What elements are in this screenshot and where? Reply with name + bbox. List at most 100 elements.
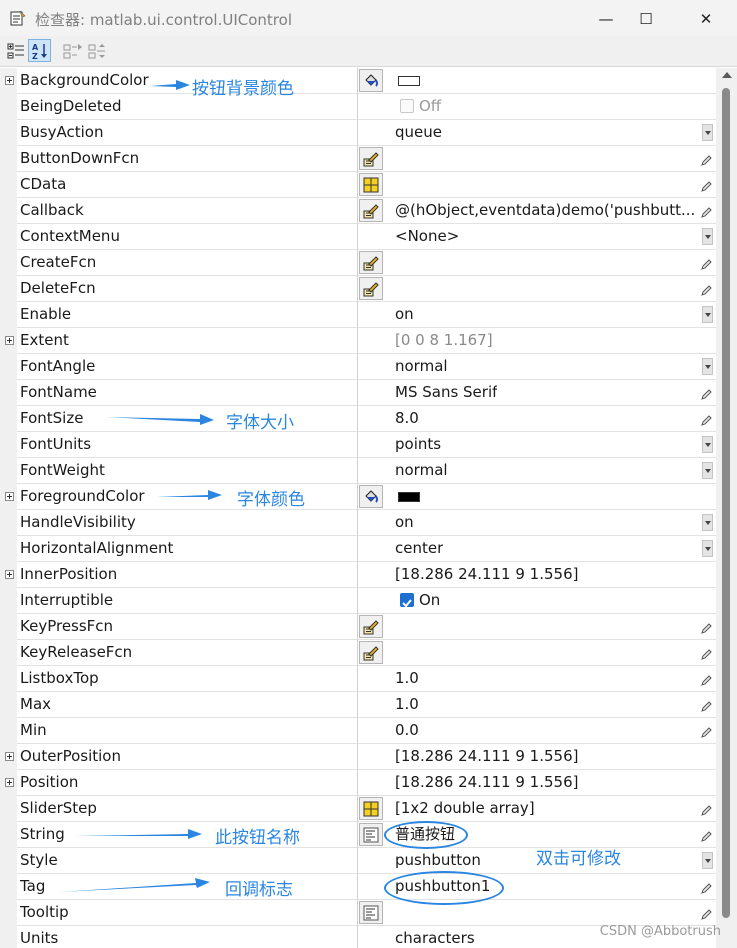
- property-value[interactable]: queue: [395, 120, 442, 145]
- property-value[interactable]: points: [395, 432, 441, 457]
- property-value-cell[interactable]: queue: [358, 120, 716, 146]
- callback-editor-button[interactable]: [359, 147, 383, 170]
- expand-plus-icon[interactable]: [5, 778, 14, 787]
- pencil-icon[interactable]: [700, 724, 712, 738]
- property-value-cell[interactable]: center: [358, 536, 716, 562]
- property-value-cell[interactable]: [18.286 24.111 9 1.556]: [358, 770, 716, 796]
- pencil-icon[interactable]: [700, 802, 712, 816]
- property-value-cell[interactable]: [358, 484, 716, 510]
- property-value[interactable]: normal: [395, 458, 448, 483]
- minimize-button[interactable]: —: [586, 6, 626, 32]
- property-value-cell[interactable]: 1.0: [358, 692, 716, 718]
- property-value-cell[interactable]: <None>: [358, 224, 716, 250]
- pencil-icon[interactable]: [700, 152, 712, 166]
- color-picker-button[interactable]: [359, 485, 383, 508]
- expand-plus-icon[interactable]: [5, 752, 14, 761]
- property-value[interactable]: @(hObject,eventdata)demo('pushbutt...: [395, 198, 695, 223]
- dropdown-arrow-icon[interactable]: [702, 540, 713, 557]
- property-row-callback[interactable]: Callback @(hObject,eventdata)demo('pushbu…: [0, 198, 716, 224]
- expand-plus-icon[interactable]: [5, 76, 14, 85]
- property-row-font-units[interactable]: FontUnits points: [0, 432, 716, 458]
- property-value-cell[interactable]: on: [358, 510, 716, 536]
- property-value[interactable]: 8.0: [395, 406, 419, 431]
- dropdown-arrow-icon[interactable]: [702, 306, 713, 323]
- expand-plus-icon[interactable]: [5, 492, 14, 501]
- property-value-cell[interactable]: points: [358, 432, 716, 458]
- pencil-icon[interactable]: [700, 646, 712, 660]
- property-value-cell[interactable]: 0.0: [358, 718, 716, 744]
- property-value-cell[interactable]: [358, 146, 716, 172]
- property-row-cdata[interactable]: CData: [0, 172, 716, 198]
- property-value[interactable]: [18.286 24.111 9 1.556]: [395, 770, 578, 795]
- property-value[interactable]: [1x2 double array]: [395, 796, 535, 821]
- pencil-icon[interactable]: [700, 620, 712, 634]
- property-row-font-weight[interactable]: FontWeight normal: [0, 458, 716, 484]
- pencil-icon[interactable]: [700, 880, 712, 894]
- property-row-font-name[interactable]: FontName MS Sans Serif: [0, 380, 716, 406]
- dropdown-arrow-icon[interactable]: [702, 124, 713, 141]
- property-row-tag[interactable]: Tag pushbutton1: [0, 874, 716, 900]
- color-swatch[interactable]: [398, 76, 420, 86]
- categorize-button[interactable]: [4, 39, 27, 62]
- property-value-cell[interactable]: normal: [358, 458, 716, 484]
- property-row-font-size[interactable]: FontSize 8.0: [0, 406, 716, 432]
- close-button[interactable]: ✕: [686, 6, 726, 32]
- property-row-background-color[interactable]: BackgroundColor: [0, 68, 716, 94]
- property-row-button-down-fcn[interactable]: ButtonDownFcn: [0, 146, 716, 172]
- property-row-extent[interactable]: Extent [0 0 8 1.167]: [0, 328, 716, 354]
- property-row-max[interactable]: Max 1.0: [0, 692, 716, 718]
- property-value[interactable]: pushbutton: [395, 848, 481, 873]
- property-value[interactable]: on: [395, 510, 414, 535]
- pencil-icon[interactable]: [700, 178, 712, 192]
- property-row-foreground-color[interactable]: ForegroundColor: [0, 484, 716, 510]
- property-value-cell[interactable]: [18.286 24.111 9 1.556]: [358, 744, 716, 770]
- pencil-icon[interactable]: [700, 204, 712, 218]
- dropdown-arrow-icon[interactable]: [702, 228, 713, 245]
- property-row-horizontal-alignment[interactable]: HorizontalAlignment center: [0, 536, 716, 562]
- property-value-cell[interactable]: normal: [358, 354, 716, 380]
- property-value-cell[interactable]: on: [358, 302, 716, 328]
- property-row-create-fcn[interactable]: CreateFcn: [0, 250, 716, 276]
- callback-editor-button[interactable]: [359, 199, 383, 222]
- property-row-key-press-fcn[interactable]: KeyPressFcn: [0, 614, 716, 640]
- pencil-icon[interactable]: [700, 282, 712, 296]
- callback-editor-button[interactable]: [359, 641, 383, 664]
- property-row-listbox-top[interactable]: ListboxTop 1.0: [0, 666, 716, 692]
- property-row-delete-fcn[interactable]: DeleteFcn: [0, 276, 716, 302]
- property-value[interactable]: 1.0: [395, 666, 419, 691]
- property-value-cell[interactable]: Off: [358, 94, 716, 120]
- array-editor-button[interactable]: [359, 797, 383, 820]
- pencil-icon[interactable]: [700, 672, 712, 686]
- property-value[interactable]: 1.0: [395, 692, 419, 717]
- property-row-key-release-fcn[interactable]: KeyReleaseFcn: [0, 640, 716, 666]
- sort-alpha-button[interactable]: A Z: [28, 39, 51, 62]
- callback-editor-button[interactable]: [359, 277, 383, 300]
- pencil-icon[interactable]: [700, 256, 712, 270]
- property-value-cell[interactable]: [1x2 double array]: [358, 796, 716, 822]
- text-editor-button[interactable]: [359, 901, 383, 924]
- dropdown-arrow-icon[interactable]: [702, 514, 713, 531]
- property-row-tooltip[interactable]: Tooltip: [0, 900, 716, 926]
- property-value-cell[interactable]: [358, 172, 716, 198]
- property-value[interactable]: on: [395, 302, 414, 327]
- property-value-cell[interactable]: On: [358, 588, 716, 614]
- dropdown-arrow-icon[interactable]: [702, 358, 713, 375]
- property-value[interactable]: <None>: [395, 224, 459, 249]
- property-value-cell[interactable]: 8.0: [358, 406, 716, 432]
- collapse-all-button[interactable]: [86, 39, 109, 62]
- property-row-font-angle[interactable]: FontAngle normal: [0, 354, 716, 380]
- property-row-interruptible[interactable]: Interruptible On: [0, 588, 716, 614]
- array-editor-button[interactable]: [359, 173, 383, 196]
- pencil-icon[interactable]: [700, 698, 712, 712]
- color-swatch[interactable]: [398, 492, 420, 502]
- expand-plus-icon[interactable]: [5, 570, 14, 579]
- property-value-cell[interactable]: 1.0: [358, 666, 716, 692]
- property-value-cell[interactable]: [358, 68, 716, 94]
- property-value[interactable]: characters: [395, 926, 475, 948]
- color-picker-button[interactable]: [359, 69, 383, 92]
- property-checkbox[interactable]: [400, 593, 414, 608]
- property-row-being-deleted[interactable]: BeingDeleted Off: [0, 94, 716, 120]
- property-value[interactable]: 0.0: [395, 718, 419, 743]
- property-value[interactable]: [18.286 24.111 9 1.556]: [395, 744, 578, 769]
- dropdown-arrow-icon[interactable]: [702, 436, 713, 453]
